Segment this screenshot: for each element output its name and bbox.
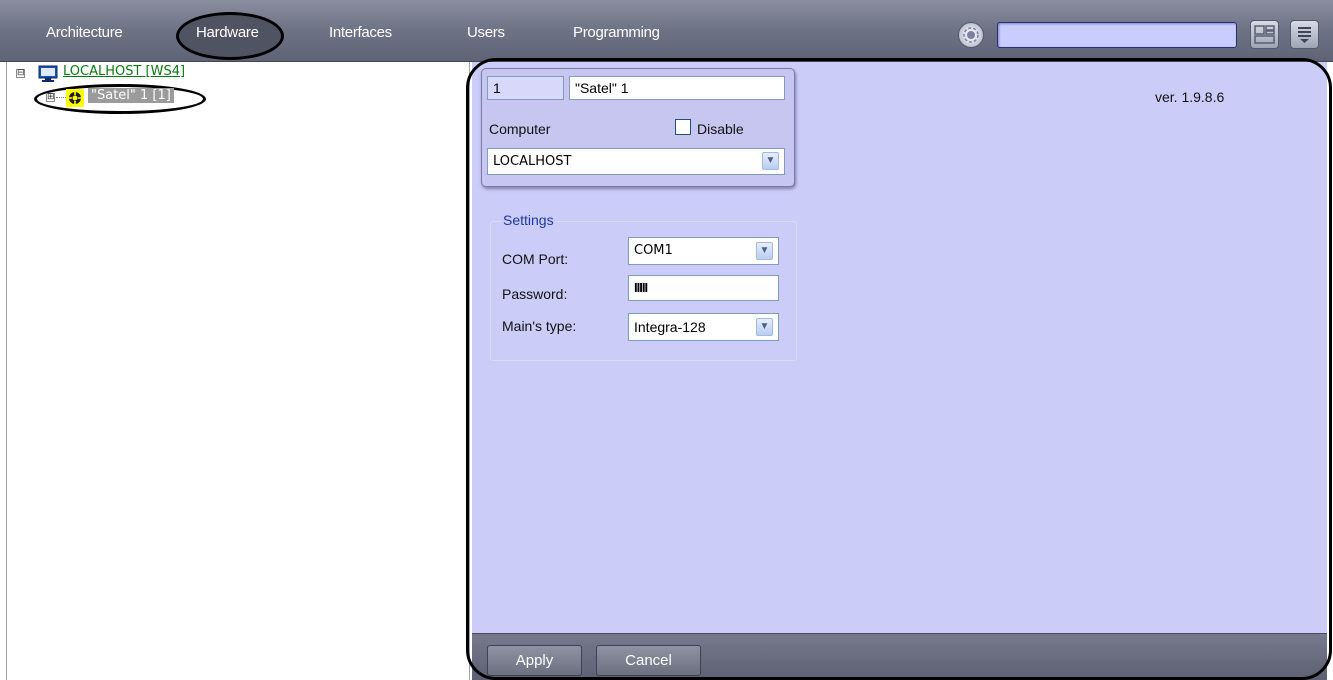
disable-checkbox[interactable] xyxy=(675,119,691,135)
menu-list-icon[interactable] xyxy=(1290,20,1319,49)
mains-type-value: Integra-128 xyxy=(634,319,706,335)
tree-label-satel[interactable]: "Satel" 1 [1] xyxy=(88,88,174,103)
computer-label: Computer xyxy=(489,121,551,137)
cancel-button[interactable]: Cancel xyxy=(596,645,701,676)
settings-circle-glyph-icon xyxy=(963,27,979,43)
password-value: IIIII xyxy=(634,280,648,295)
satel-device-icon xyxy=(66,89,84,107)
search-input[interactable] xyxy=(997,22,1237,48)
layout-grid-glyph-icon xyxy=(1254,25,1275,44)
settings-title: Settings xyxy=(501,212,556,228)
com-port-value: COM1 xyxy=(634,243,673,258)
tab-users[interactable]: Users xyxy=(467,24,505,41)
top-navigation-bar: Architecture Hardware Interfaces Users P… xyxy=(0,0,1333,62)
layout-grid-icon[interactable] xyxy=(1250,20,1279,49)
version-label: ver. 1.9.8.6 xyxy=(1155,89,1225,105)
hardware-tree xyxy=(6,62,470,680)
apply-button[interactable]: Apply xyxy=(487,645,582,676)
tree-collapse-icon[interactable]: ⊟ xyxy=(16,69,25,78)
tab-interfaces[interactable]: Interfaces xyxy=(329,24,392,41)
settings-circle-icon[interactable] xyxy=(958,22,984,48)
password-field[interactable]: IIIII xyxy=(628,275,779,301)
computer-icon xyxy=(38,65,58,82)
object-name-field[interactable]: "Satel" 1 xyxy=(569,76,785,100)
computer-select-value: LOCALHOST xyxy=(493,154,572,169)
chevron-down-icon[interactable]: ▼ xyxy=(762,152,779,170)
menu-list-glyph-icon xyxy=(1298,27,1311,43)
chevron-down-icon[interactable]: ▼ xyxy=(756,242,773,260)
com-port-label: COM Port: xyxy=(502,251,569,267)
tree-label-localhost[interactable]: LOCALHOST [WS4] xyxy=(63,64,185,79)
tab-hardware[interactable]: Hardware xyxy=(196,24,259,41)
mains-type-label: Main's type: xyxy=(502,318,577,334)
tab-programming[interactable]: Programming xyxy=(573,24,660,41)
chevron-down-icon[interactable]: ▼ xyxy=(756,318,773,336)
password-label: Password: xyxy=(502,286,568,302)
tree-expand-icon[interactable]: ⊞ xyxy=(46,93,55,102)
computer-select[interactable]: LOCALHOST xyxy=(487,148,785,175)
disable-label: Disable xyxy=(697,121,744,137)
tree-connector xyxy=(56,97,66,98)
tab-architecture[interactable]: Architecture xyxy=(46,24,123,41)
object-id-field[interactable]: 1 xyxy=(487,76,564,100)
